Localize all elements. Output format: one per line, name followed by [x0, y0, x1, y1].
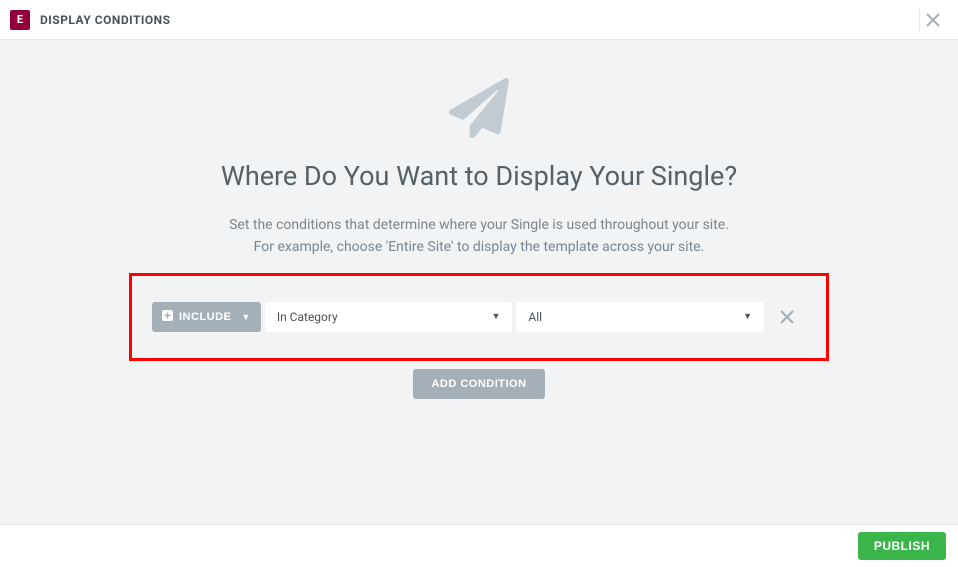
desc-line-1: Set the conditions that determine where …	[229, 214, 729, 236]
main-description: Set the conditions that determine where …	[229, 214, 729, 259]
plus-icon	[162, 310, 173, 324]
value-select-value: All	[528, 310, 542, 324]
desc-line-2: For example, choose 'Entire Site' to dis…	[229, 236, 729, 258]
caret-down-icon: ▼	[241, 312, 250, 322]
elementor-logo: E	[10, 10, 30, 30]
value-select[interactable]: All ▼	[516, 302, 764, 332]
remove-condition-icon[interactable]	[768, 310, 806, 324]
caret-down-icon: ▼	[491, 311, 500, 322]
condition-row-highlighted: INCLUDE ▼ In Category ▼ All ▼	[129, 273, 829, 361]
publish-button[interactable]: PUBLISH	[858, 532, 946, 560]
header-left: E DISPLAY CONDITIONS	[10, 10, 171, 30]
modal-title: DISPLAY CONDITIONS	[40, 13, 171, 27]
include-toggle-button[interactable]: INCLUDE ▼	[152, 302, 261, 332]
category-select-value: In Category	[277, 310, 338, 324]
modal-footer: PUBLISH	[0, 524, 958, 567]
paper-plane-icon	[449, 78, 509, 142]
include-label: INCLUDE	[179, 311, 231, 323]
modal-header: E DISPLAY CONDITIONS	[0, 0, 958, 40]
category-select[interactable]: In Category ▼	[265, 302, 513, 332]
add-condition-button[interactable]: ADD CONDITION	[413, 369, 544, 399]
close-icon[interactable]	[919, 8, 946, 32]
modal-body: Where Do You Want to Display Your Single…	[0, 40, 958, 524]
main-heading: Where Do You Want to Display Your Single…	[221, 160, 737, 192]
caret-down-icon: ▼	[743, 311, 752, 322]
